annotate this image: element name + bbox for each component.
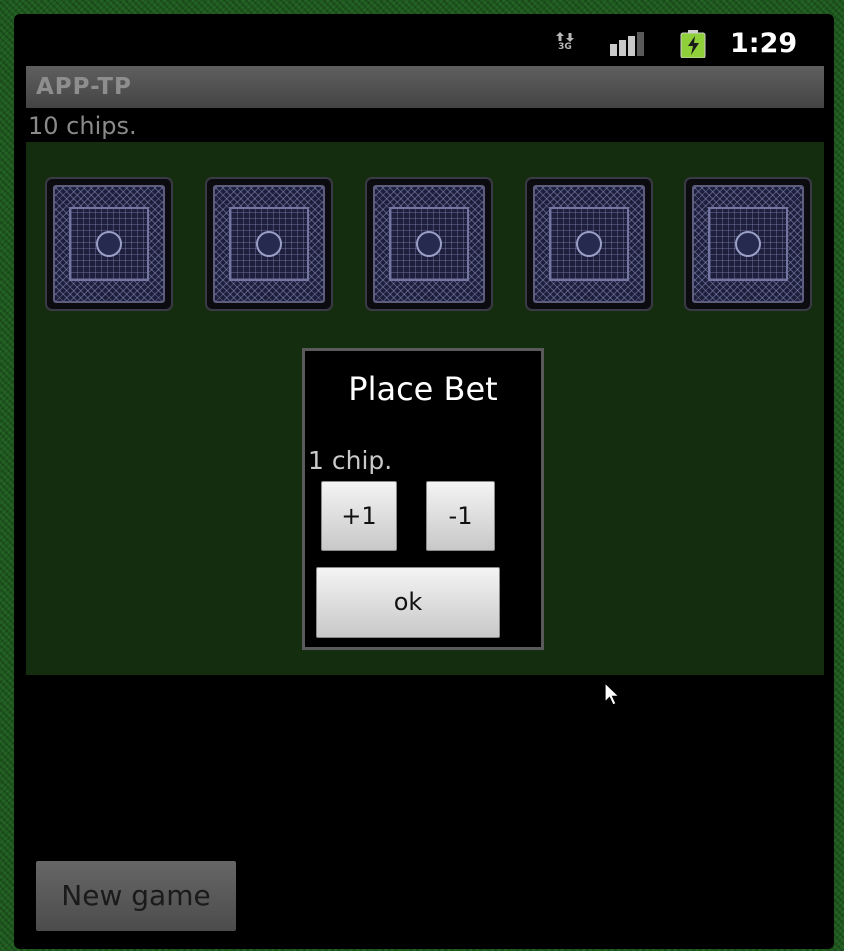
place-bet-dialog: Place Bet 1 chip. +1 -1 ok	[302, 348, 544, 650]
bet-amount-label: 1 chip.	[308, 446, 393, 475]
ok-button[interactable]: ok	[316, 567, 500, 638]
increase-bet-button[interactable]: +1	[321, 481, 397, 551]
battery-charging-icon	[680, 30, 706, 58]
app-title: APP-TP	[36, 74, 132, 100]
card-back-3[interactable]	[365, 177, 493, 311]
chips-count-label: 10 chips.	[28, 112, 137, 140]
card-medallion-icon	[256, 231, 282, 257]
new-game-button[interactable]: New game	[36, 861, 236, 931]
network-type-label: 3G	[558, 42, 572, 52]
app-title-bar: APP-TP	[26, 66, 824, 108]
card-back-5[interactable]	[684, 177, 812, 311]
phone-screen: 3G 1:29 APP-TP 10 chips. Place Bet 1 chi…	[14, 14, 834, 949]
card-medallion-icon	[576, 231, 602, 257]
status-bar: 3G 1:29	[14, 14, 834, 66]
card-back-1[interactable]	[45, 177, 173, 311]
card-back-4[interactable]	[525, 177, 653, 311]
card-medallion-icon	[96, 231, 122, 257]
decrease-bet-button[interactable]: -1	[426, 481, 495, 551]
card-back-2[interactable]	[205, 177, 333, 311]
status-clock: 1:29	[730, 28, 798, 59]
mouse-pointer-icon	[604, 682, 621, 706]
card-medallion-icon	[416, 231, 442, 257]
data-arrows-3g-icon: 3G	[554, 32, 576, 56]
signal-strength-icon	[610, 32, 644, 56]
card-medallion-icon	[735, 231, 761, 257]
dialog-title: Place Bet	[348, 370, 498, 408]
